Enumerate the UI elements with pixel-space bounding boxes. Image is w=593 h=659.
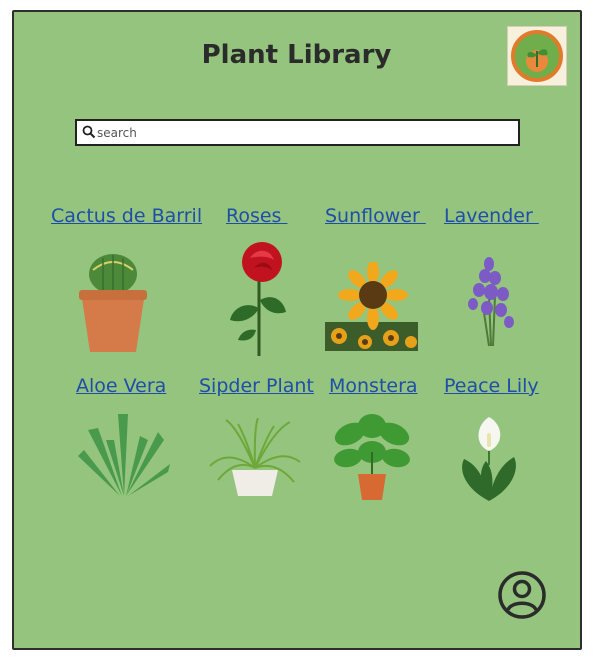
plant-link-sunflower[interactable]: Sunflower bbox=[325, 205, 426, 227]
page-title: Plant Library bbox=[201, 40, 392, 70]
profile-icon[interactable] bbox=[497, 570, 547, 620]
search-icon bbox=[82, 125, 96, 139]
aloe-vera-image[interactable] bbox=[78, 410, 170, 498]
sunflower-image[interactable] bbox=[325, 262, 418, 351]
plant-link-peace-lily[interactable]: Peace Lily bbox=[444, 375, 539, 397]
plant-link-monstera[interactable]: Monstera bbox=[329, 375, 418, 397]
lavender-image[interactable] bbox=[465, 256, 517, 348]
spider-plant-image[interactable] bbox=[208, 418, 302, 498]
plant-link-roses[interactable]: Roses bbox=[226, 205, 288, 227]
sproutsmart-logo bbox=[507, 26, 567, 86]
search-input[interactable] bbox=[97, 123, 507, 142]
peace-lily-image[interactable] bbox=[456, 415, 522, 503]
plant-link-cactus[interactable]: Cactus de Barril bbox=[51, 205, 202, 227]
plant-link-lavender[interactable]: Lavender bbox=[444, 205, 539, 227]
plant-link-aloe-vera[interactable]: Aloe Vera bbox=[76, 375, 166, 397]
search-bar[interactable] bbox=[75, 119, 520, 146]
rose-image[interactable] bbox=[226, 238, 288, 358]
monstera-image[interactable] bbox=[330, 412, 414, 502]
plant-link-spider-plant[interactable]: Sipder Plant bbox=[199, 375, 314, 397]
cactus-image[interactable] bbox=[78, 252, 148, 356]
